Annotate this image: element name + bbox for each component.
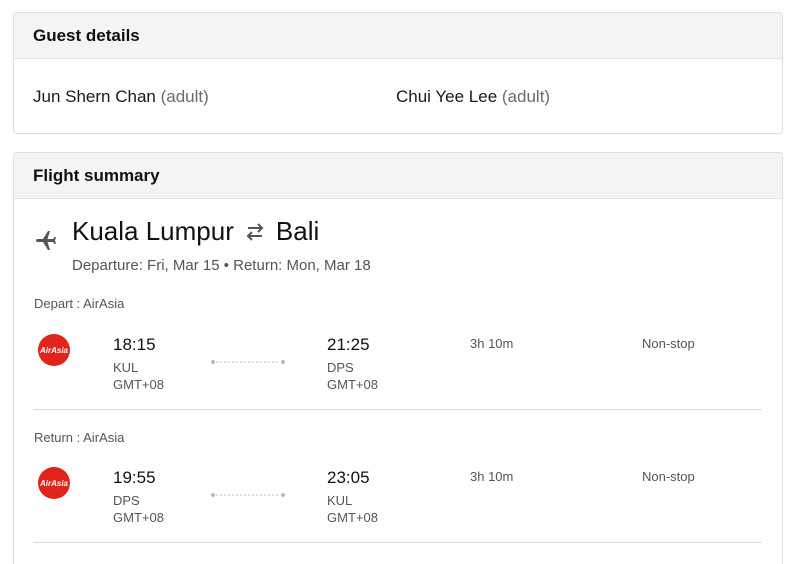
round-trip-icon — [246, 222, 264, 241]
departure-timezone: GMT+08 — [113, 377, 164, 392]
guest-item: Jun Shern Chan (adult) — [33, 87, 209, 107]
flight-stops: Non-stop — [642, 336, 695, 351]
flight-path-connector — [211, 493, 285, 497]
arrival-time: 21:25 — [327, 335, 370, 354]
flight-summary-title: Flight summary — [14, 153, 782, 199]
departure-time: 18:15 — [113, 335, 156, 354]
flight-duration: 3h 10m — [470, 469, 514, 484]
route-heading: Kuala Lumpur Bali — [72, 216, 319, 247]
departure-airport: KUL — [113, 360, 139, 375]
leg-divider — [34, 542, 762, 543]
guest-name: Chui Yee Lee — [396, 87, 498, 106]
depart-leg-label: Depart : AirAsia — [34, 296, 125, 311]
leg-divider — [34, 409, 762, 410]
guest-details-title: Guest details — [14, 13, 782, 59]
arrival-airport: KUL — [327, 493, 353, 508]
arrival-time: 23:05 — [327, 468, 370, 487]
airasia-logo: AirAsia — [38, 467, 70, 499]
guest-role: (adult) — [501, 87, 551, 106]
guest-details-card: Guest details Jun Shern Chan (adult) Chu… — [13, 12, 783, 134]
departure-timezone: GMT+08 — [113, 510, 164, 525]
origin-city: Kuala Lumpur — [72, 216, 234, 246]
flight-duration: 3h 10m — [470, 336, 514, 351]
arrival-timezone: GMT+08 — [327, 510, 378, 525]
guest-name: Jun Shern Chan — [33, 87, 156, 106]
arrival-airport: DPS — [327, 360, 354, 375]
airasia-logo: AirAsia — [38, 334, 70, 366]
departure-airport: DPS — [113, 493, 140, 508]
trip-dates: Departure: Fri, Mar 15 • Return: Mon, Ma… — [72, 257, 371, 274]
airplane-icon — [36, 231, 56, 250]
arrival-timezone: GMT+08 — [327, 377, 378, 392]
departure-time: 19:55 — [113, 468, 156, 487]
guest-role: (adult) — [160, 87, 209, 106]
flight-stops: Non-stop — [642, 469, 695, 484]
destination-city: Bali — [275, 216, 320, 246]
flight-path-connector — [211, 360, 285, 364]
guest-item: Chui Yee Lee (adult) — [396, 87, 550, 107]
return-leg-label: Return : AirAsia — [34, 430, 125, 445]
flight-summary-card: Flight summary Kuala Lumpur Bali Departu… — [13, 152, 783, 564]
